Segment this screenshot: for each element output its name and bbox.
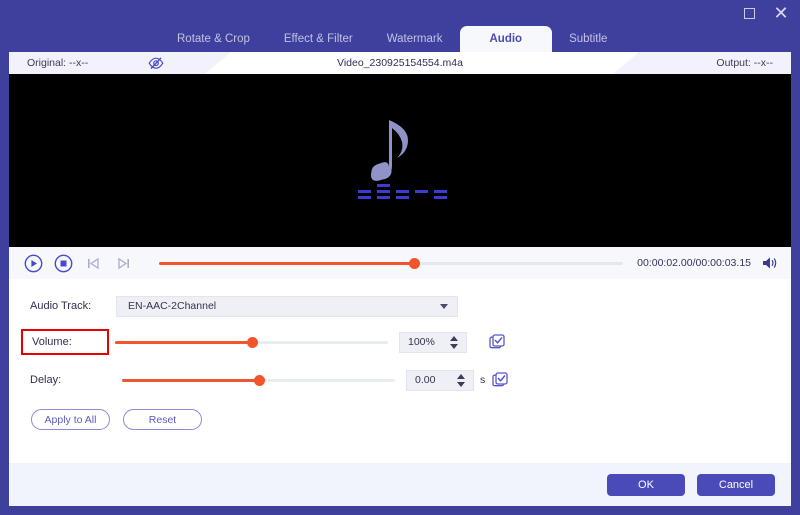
editor-window: ✕ Rotate & Crop Effect & Filter Watermar… [0, 0, 800, 515]
timecode-display: 00:00:02.00/00:00:03.15 [637, 257, 751, 269]
delay-stepper-arrows[interactable] [457, 373, 465, 387]
volume-slider-fill [115, 341, 252, 344]
player-controls: 00:00:02.00/00:00:03.15 [9, 247, 791, 279]
output-label: Output: --x-- [716, 57, 773, 69]
audio-track-value: EN-AAC-2Channel [128, 300, 217, 312]
chevron-down-icon [440, 304, 448, 309]
volume-row: Volume: 100% [9, 327, 791, 357]
tab-audio[interactable]: Audio [459, 26, 553, 52]
volume-stepper[interactable]: 100% [399, 331, 467, 353]
apply-to-all-button[interactable]: Apply to All [31, 409, 110, 430]
audio-track-select[interactable]: EN-AAC-2Channel [116, 295, 458, 317]
audio-track-label: Audio Track: [30, 300, 92, 312]
volume-apply-check-icon[interactable] [489, 334, 505, 350]
delay-slider-fill [122, 379, 259, 382]
cancel-button[interactable]: Cancel [697, 473, 775, 496]
delay-label: Delay: [30, 374, 62, 386]
delay-slider-thumb[interactable] [253, 374, 265, 386]
form-action-buttons: Apply to All Reset [9, 409, 791, 430]
reset-button[interactable]: Reset [123, 409, 202, 430]
maximize-icon[interactable] [740, 4, 758, 22]
next-frame-icon[interactable] [111, 251, 135, 275]
window-controls: ✕ [740, 4, 790, 22]
stop-circle-icon[interactable] [51, 251, 75, 275]
delay-value: 0.00 [415, 374, 436, 386]
ok-button[interactable]: OK [607, 473, 685, 496]
delay-unit-label: s [480, 374, 486, 386]
stepper-up-icon[interactable] [457, 373, 465, 379]
volume-stepper-arrows[interactable] [450, 335, 458, 349]
volume-slider-thumb[interactable] [246, 336, 258, 348]
stepper-down-icon[interactable] [457, 381, 465, 387]
original-label: Original: --x-- [27, 57, 89, 69]
tab-subtitle[interactable]: Subtitle [552, 26, 624, 52]
play-circle-icon[interactable] [21, 251, 45, 275]
timeline-thumb[interactable] [409, 258, 421, 269]
audio-settings-form: Audio Track: EN-AAC-2Channel Volume: 100… [9, 279, 791, 463]
speaker-icon[interactable] [761, 255, 779, 271]
tab-rotate-crop[interactable]: Rotate & Crop [160, 26, 267, 52]
delay-row: Delay: 0.00 s [9, 365, 791, 395]
stepper-up-icon[interactable] [450, 335, 458, 341]
audio-preview-area [9, 74, 791, 247]
tab-watermark[interactable]: Watermark [370, 26, 460, 52]
volume-label: Volume: [21, 329, 109, 355]
music-note-icon [340, 106, 460, 216]
original-info: Original: --x-- [9, 52, 164, 74]
output-info: Output: --x-- [716, 52, 773, 74]
delay-slider[interactable] [122, 373, 395, 387]
stepper-down-icon[interactable] [450, 343, 458, 349]
content-panel: Original: --x-- Video_230925154554.m4a O… [9, 52, 791, 463]
timeline-slider[interactable] [159, 256, 624, 270]
previous-frame-icon[interactable] [81, 251, 105, 275]
eye-hidden-icon[interactable] [148, 56, 164, 70]
volume-value: 100% [408, 336, 435, 348]
media-info-bar: Original: --x-- Video_230925154554.m4a O… [9, 52, 791, 74]
dialog-footer: OK Cancel [9, 463, 791, 506]
delay-apply-check-icon[interactable] [492, 372, 508, 388]
tab-effect-filter[interactable]: Effect & Filter [267, 26, 370, 52]
title-bar: ✕ [0, 0, 800, 26]
audio-track-row: Audio Track: EN-AAC-2Channel [9, 291, 791, 321]
tab-bar: Rotate & Crop Effect & Filter Watermark … [0, 26, 800, 52]
delay-stepper[interactable]: 0.00 [406, 369, 474, 391]
volume-slider[interactable] [115, 335, 388, 349]
timeline-fill [159, 262, 415, 265]
close-icon[interactable]: ✕ [772, 4, 790, 22]
